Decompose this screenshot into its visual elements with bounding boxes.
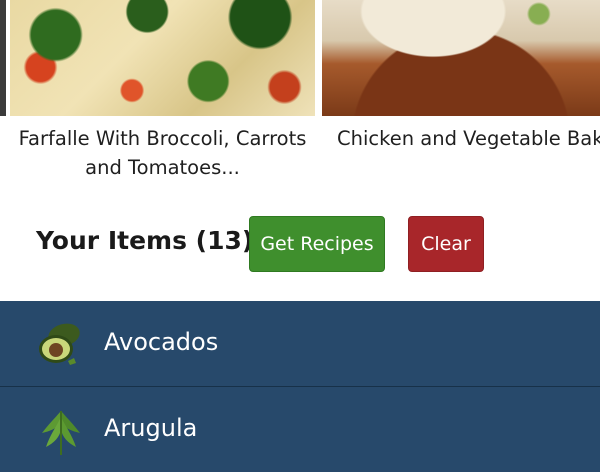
recipe-image-partial[interactable] <box>0 0 6 116</box>
get-recipes-button[interactable]: Get Recipes <box>249 216 385 272</box>
list-item-label: Avocados <box>104 328 219 356</box>
recipe-title-farfalle[interactable]: Farfalle With Broccoli, Carrots and Toma… <box>10 124 315 182</box>
arugula-icon <box>42 411 80 455</box>
recipe-image-farfalle[interactable] <box>10 0 315 116</box>
recipe-title-chicken-bake[interactable]: Chicken and Vegetable Bak <box>322 124 600 153</box>
avocado-icon <box>39 323 80 365</box>
list-item-avocados[interactable]: Avocados <box>0 301 600 387</box>
recipe-image-chicken-bake[interactable] <box>322 0 600 116</box>
items-list: Avocados Arugula <box>0 301 600 472</box>
items-heading: Your Items (13) <box>36 226 254 255</box>
list-item-arugula[interactable]: Arugula <box>0 387 600 472</box>
list-item-label: Arugula <box>104 414 198 442</box>
clear-button[interactable]: Clear <box>408 216 484 272</box>
